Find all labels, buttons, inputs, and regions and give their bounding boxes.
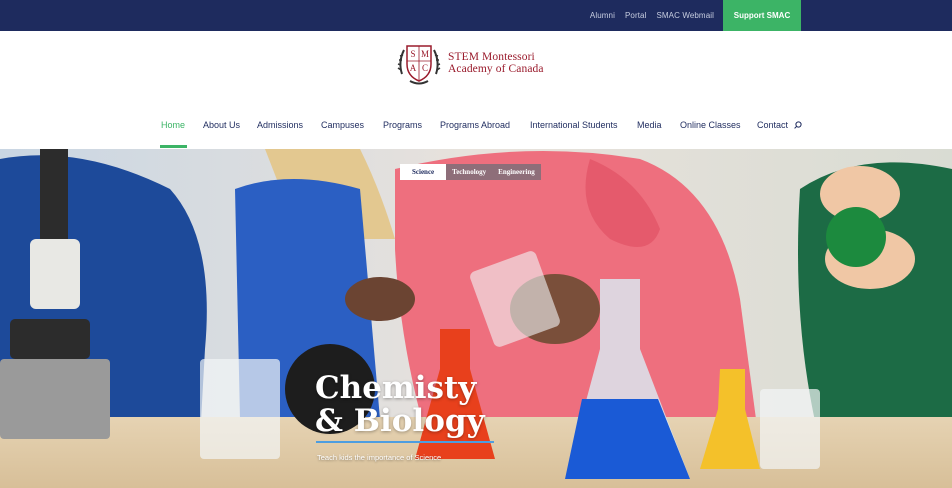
tab-science[interactable]: Science [400,164,447,180]
crest-letter-s: S [410,49,415,59]
hero-banner: Science Technology Engineering Chemisty … [0,149,952,488]
alumni-link[interactable]: Alumni [590,11,615,20]
hero-subtitle: Teach kids the importance of Science [317,453,442,462]
crest-icon: S M A C [397,45,441,85]
nav-international-students[interactable]: International Students [530,112,618,149]
portal-link[interactable]: Portal [625,11,647,20]
support-smac-button[interactable]: Support SMAC [723,0,801,31]
tab-engineering[interactable]: Engineering [492,164,541,180]
top-links: Alumni Portal SMAC Webmail [590,0,714,31]
hero-divider [316,441,494,443]
nav-contact[interactable]: Contact [757,112,788,149]
hero-title-line-2: & Biology [315,403,485,439]
tab-technology[interactable]: Technology [446,164,493,180]
site-logo[interactable]: S M A C STEM Montessori Academy of Canad… [396,40,544,86]
webmail-link[interactable]: SMAC Webmail [656,11,714,20]
main-nav: Home About Us Admissions Campuses Progra… [0,112,952,149]
search-icon[interactable] [794,121,802,129]
logo-line-2: Academy of Canada [448,63,544,75]
nav-admissions[interactable]: Admissions [257,112,303,149]
crest-letter-m: M [421,49,429,59]
nav-online-classes[interactable]: Online Classes [680,112,741,149]
nav-media[interactable]: Media [637,112,662,149]
top-bar: Alumni Portal SMAC Webmail Support SMAC [0,0,952,31]
hero-title-line-1: Chemisty [315,370,477,406]
crest-letter-a: A [410,63,417,73]
logo-line-1: STEM Montessori [448,51,535,63]
nav-home[interactable]: Home [161,112,185,149]
hero-subject-tabs: Science Technology Engineering [400,164,541,180]
hero-title: Chemisty & Biology [315,372,485,438]
nav-programs-abroad[interactable]: Programs Abroad [440,112,510,149]
nav-campuses[interactable]: Campuses [321,112,364,149]
nav-programs[interactable]: Programs [383,112,422,149]
nav-about-us[interactable]: About Us [203,112,240,149]
crest-letter-c: C [422,63,428,73]
logo-wordmark: STEM Montessori Academy of Canada [448,51,544,75]
active-nav-indicator [160,145,187,148]
